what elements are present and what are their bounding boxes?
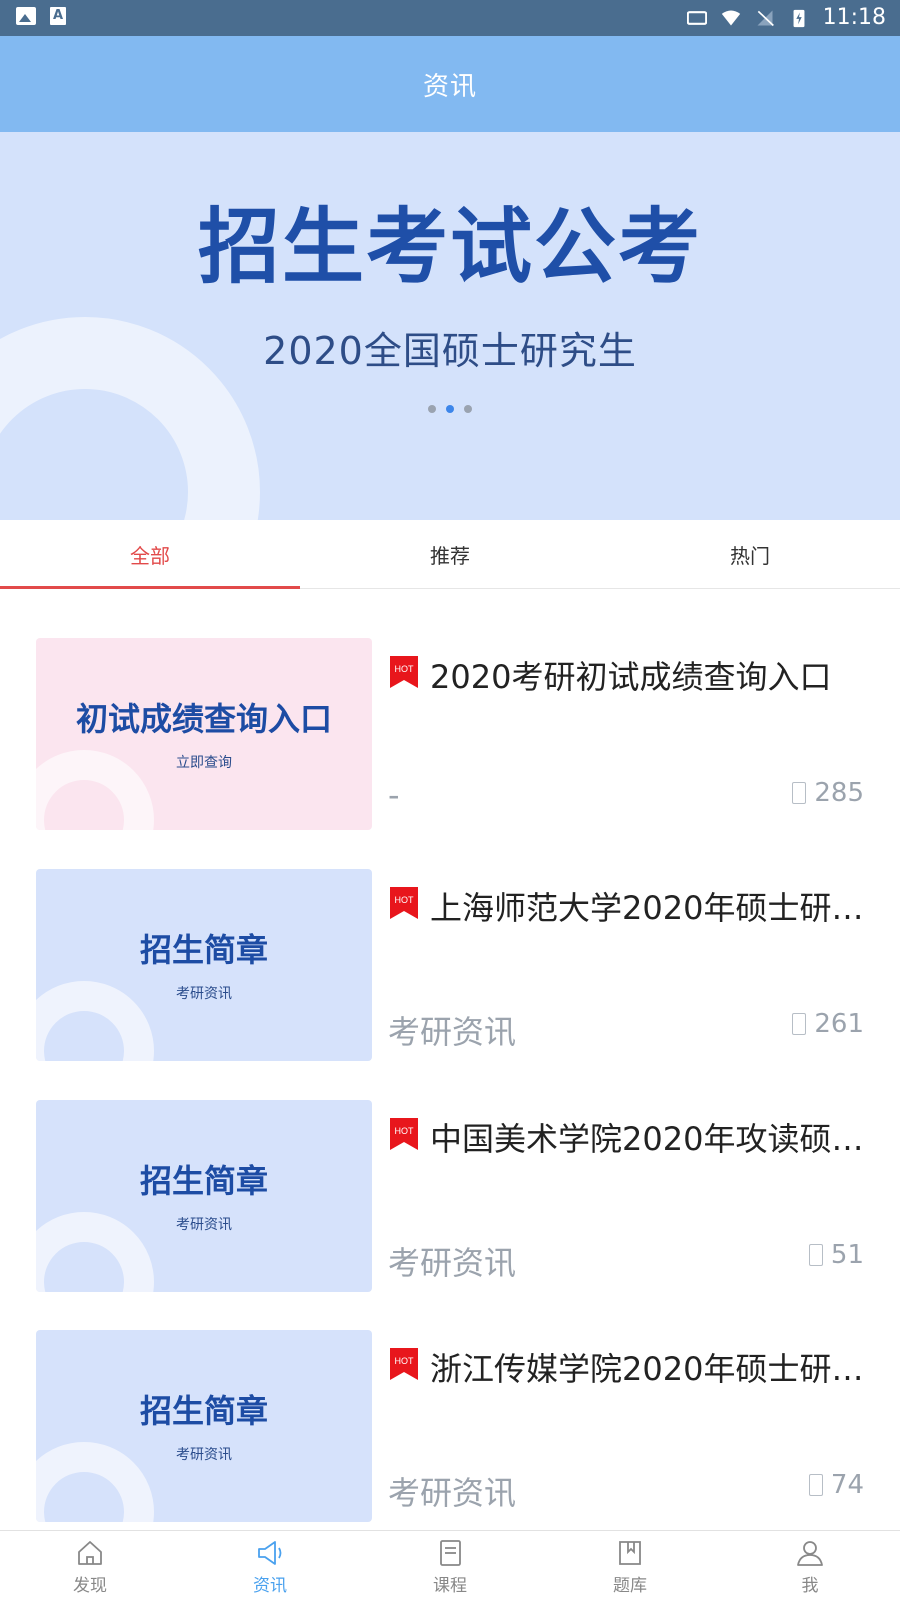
status-bar: A 11:18 [0,0,900,36]
views-icon [808,1244,823,1266]
carousel-indicator [0,405,900,413]
bottom-navigation: 发现 资讯 课程 题库 我 [0,1530,900,1601]
svg-text:HOT: HOT [395,1126,415,1136]
thumbnail-title: 招生简章 [139,1162,268,1200]
news-title: 中国美术学院2020年攻读硕… [430,1120,864,1158]
thumbnail-subtitle: 考研资讯 [176,986,232,1002]
carousel-dot[interactable] [428,405,436,413]
news-category: 考研资讯 [388,1474,517,1512]
nav-label: 题库 [613,1576,647,1596]
carousel-dot[interactable] [464,405,472,413]
views-icon [808,1474,823,1496]
news-item[interactable]: 招生简章 考研资讯 HOT 中国美术学院2020年攻读硕… 考研资讯 51 [0,1100,900,1292]
carousel-dot-active[interactable] [446,405,454,413]
cast-icon [686,11,707,25]
nav-question-bank[interactable]: 题库 [540,1531,720,1601]
news-thumbnail: 招生简章 考研资讯 [36,869,372,1061]
category-tabs: 全部 推荐 热门 [0,520,900,589]
hot-badge-icon: HOT [390,887,418,919]
nav-label: 课程 [433,1576,467,1596]
thumbnail-subtitle: 考研资讯 [176,1217,232,1233]
thumbnail-title: 招生简章 [139,1392,268,1430]
page-title: 资讯 [422,71,477,102]
thumbnail-subtitle: 考研资讯 [176,1447,232,1463]
news-category: - [388,776,400,814]
svg-text:HOT: HOT [395,1356,415,1366]
nav-news[interactable]: 资讯 [180,1531,360,1601]
banner-subtitle: 2020全国硕士研究生 [263,329,637,373]
hot-badge-icon: HOT [390,1348,418,1380]
view-count-value: 74 [830,1470,864,1500]
views-icon [792,1013,807,1035]
home-icon [78,1541,102,1565]
nav-courses[interactable]: 课程 [360,1531,540,1601]
nav-label: 我 [801,1576,819,1596]
news-thumbnail: 初试成绩查询入口 立即查询 [36,638,372,830]
megaphone-icon [258,1541,282,1565]
hot-badge-icon: HOT [390,1118,418,1150]
book-icon [440,1540,461,1566]
clock: 11:18 [822,5,886,30]
news-item[interactable]: 初试成绩查询入口 立即查询 HOT 2020考研初试成绩查询入口 - 285 [0,638,900,830]
svg-text:HOT: HOT [395,664,415,674]
view-count-value: 51 [830,1240,864,1270]
nav-label: 资讯 [253,1576,287,1596]
view-count: 51 [808,1240,864,1270]
news-title: 2020考研初试成绩查询入口 [430,658,832,696]
view-count: 74 [808,1470,864,1500]
tab-hot[interactable]: 热门 [600,520,900,588]
news-item[interactable]: 招生简章 考研资讯 HOT 浙江传媒学院2020年硕士研… 考研资讯 74 [0,1330,900,1522]
battery-charging-icon [793,9,805,28]
image-notification-icon [16,7,36,25]
news-category: 考研资讯 [388,1244,517,1282]
wifi-icon [721,10,740,26]
news-thumbnail: 招生简章 考研资讯 [36,1100,372,1292]
news-thumbnail: 招生简章 考研资讯 [36,1330,372,1522]
hot-badge-icon: HOT [390,656,418,688]
tab-recommended[interactable]: 推荐 [300,520,600,588]
bookmark-book-icon [619,1541,641,1565]
no-signal-icon [757,10,774,27]
news-category: 考研资讯 [388,1013,517,1051]
banner-title: 招生考试公考 [197,200,702,295]
thumbnail-subtitle: 立即查询 [176,755,232,771]
svg-text:HOT: HOT [395,895,415,905]
news-title: 上海师范大学2020年硕士研… [430,889,864,927]
tab-all[interactable]: 全部 [0,520,300,589]
nav-me[interactable]: 我 [720,1531,900,1601]
view-count-value: 261 [814,1009,864,1039]
banner-carousel[interactable]: 招生考试公考 2020全国硕士研究生 [0,132,900,520]
title-bar: 资讯 [0,36,900,132]
thumbnail-title: 初试成绩查询入口 [75,700,332,738]
text-notification-icon: A [50,7,66,25]
views-icon [792,782,807,804]
thumbnail-title: 招生简章 [139,931,268,969]
view-count-value: 285 [814,778,864,808]
user-icon [797,1541,823,1566]
view-count: 285 [792,778,864,808]
news-title: 浙江传媒学院2020年硕士研… [430,1350,864,1388]
view-count: 261 [792,1009,864,1039]
nav-discover[interactable]: 发现 [0,1531,180,1601]
news-item[interactable]: 招生简章 考研资讯 HOT 上海师范大学2020年硕士研… 考研资讯 261 [0,869,900,1061]
nav-label: 发现 [73,1576,107,1596]
